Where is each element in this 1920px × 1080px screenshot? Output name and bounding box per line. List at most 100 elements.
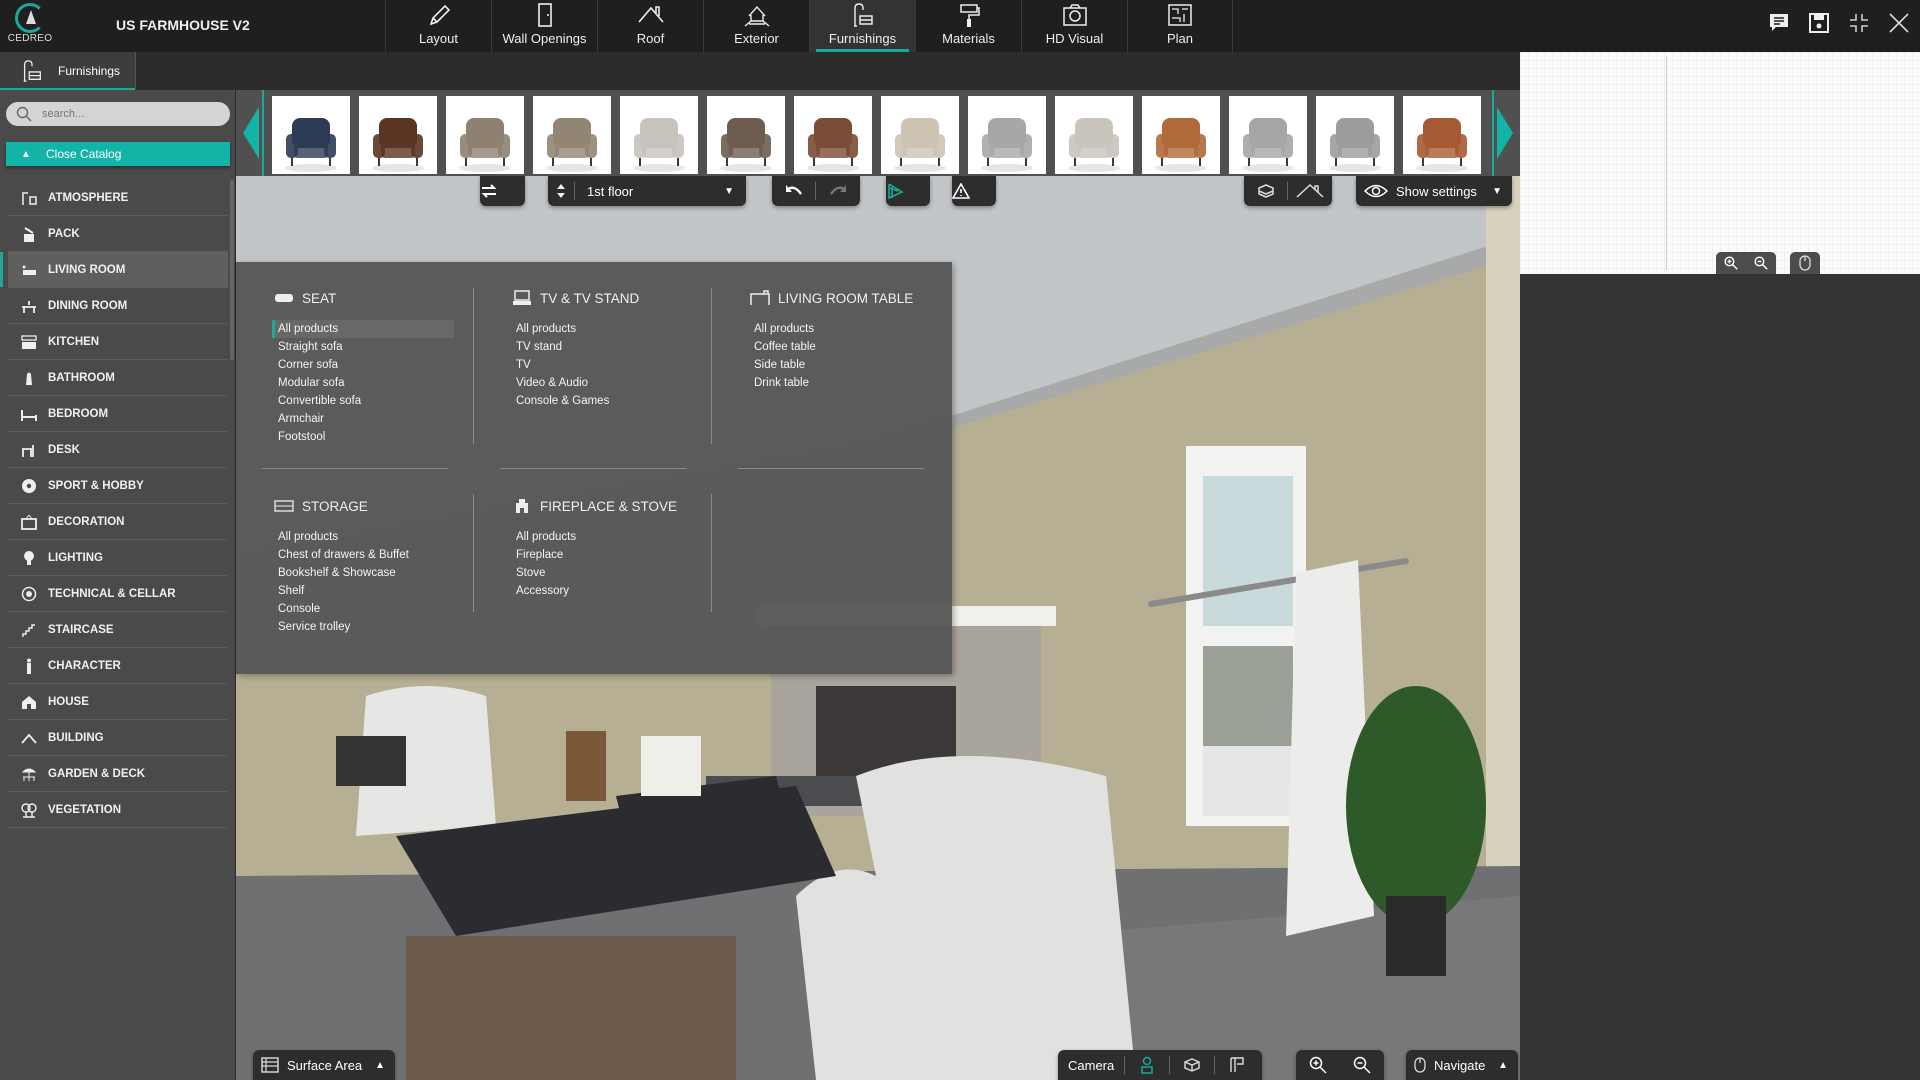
mode-tab-hd-visual[interactable]: HD Visual: [1021, 0, 1127, 52]
sidebar-item-vegetation[interactable]: VEGETATION: [8, 792, 228, 828]
close-icon[interactable]: [1888, 12, 1910, 34]
menu-item[interactable]: Console & Games: [512, 392, 692, 410]
menu-item[interactable]: All products: [274, 528, 454, 546]
menu-item[interactable]: Bookshelf & Showcase: [274, 564, 454, 582]
product-thumbnail[interactable]: [272, 96, 350, 174]
menu-item[interactable]: Coffee table: [750, 338, 930, 356]
plan-view-button[interactable]: [1215, 1050, 1259, 1080]
menu-item[interactable]: Footstool: [274, 428, 454, 446]
sidebar-item-technical-cellar[interactable]: TECHNICAL & CELLAR: [8, 576, 228, 612]
orbit-view-button[interactable]: [1170, 1050, 1214, 1080]
menu-item[interactable]: All products: [512, 320, 692, 338]
menu-item[interactable]: Straight sofa: [274, 338, 454, 356]
sidebar-item-pack[interactable]: PACK: [8, 216, 228, 252]
menu-item[interactable]: Chest of drawers & Buffet: [274, 546, 454, 564]
navigate-dropdown[interactable]: Navigate ▲: [1406, 1050, 1518, 1080]
menu-item[interactable]: Video & Audio: [512, 374, 692, 392]
sidebar-item-atmosphere[interactable]: ATMOSPHERE: [8, 180, 228, 216]
warnings-button[interactable]: [952, 176, 996, 206]
menu-item[interactable]: Corner sofa: [274, 356, 454, 374]
zoom-out-button[interactable]: [1340, 1050, 1384, 1080]
product-thumbnail[interactable]: [1403, 96, 1481, 174]
product-thumbnail[interactable]: [620, 96, 698, 174]
plan-navigate-button[interactable]: [1790, 252, 1820, 274]
mode-tab-wall-openings[interactable]: Wall Openings: [491, 0, 597, 52]
menu-item[interactable]: TV: [512, 356, 692, 374]
menu-item[interactable]: TV stand: [512, 338, 692, 356]
floor-up-down-icon[interactable]: [548, 176, 574, 206]
sidebar-item-bedroom[interactable]: BEDROOM: [8, 396, 228, 432]
surface-area-button[interactable]: Surface Area ▲: [253, 1050, 395, 1080]
menu-item[interactable]: Drink table: [750, 374, 930, 392]
sidebar-item-sport-hobby[interactable]: SPORT & HOBBY: [8, 468, 228, 504]
product-thumbnail[interactable]: [794, 96, 872, 174]
sidebar-item-decoration[interactable]: DECORATION: [8, 504, 228, 540]
save-icon[interactable]: [1808, 12, 1830, 34]
sidebar-item-garden-deck[interactable]: GARDEN & DECK: [8, 756, 228, 792]
3d-perspective-button[interactable]: [886, 176, 930, 206]
floor-select-value[interactable]: 1st floor: [587, 184, 724, 199]
menu-item[interactable]: All products: [512, 528, 692, 546]
plan-zoom-in-button[interactable]: [1716, 256, 1746, 270]
mode-tab-exterior[interactable]: Exterior: [703, 0, 809, 52]
menu-item[interactable]: Side table: [750, 356, 930, 374]
menu-item[interactable]: Service trolley: [274, 618, 454, 636]
walls-toggle-button[interactable]: [1244, 176, 1287, 206]
menu-item[interactable]: Shelf: [274, 582, 454, 600]
product-thumbnail[interactable]: [533, 96, 611, 174]
mode-tab-roof[interactable]: Roof: [597, 0, 703, 52]
product-thumbnail[interactable]: [1229, 96, 1307, 174]
sidebar-item-bathroom[interactable]: BATHROOM: [8, 360, 228, 396]
sidebar-item-house[interactable]: HOUSE: [8, 684, 228, 720]
search-field[interactable]: [6, 102, 230, 126]
roof-toggle-button[interactable]: [1288, 176, 1331, 206]
product-thumbnail[interactable]: [1142, 96, 1220, 174]
panel-tab-furnishings[interactable]: Furnishings: [0, 52, 136, 91]
menu-item[interactable]: Fireplace: [512, 546, 692, 564]
product-thumbnail[interactable]: [1316, 96, 1394, 174]
menu-item[interactable]: Convertible sofa: [274, 392, 454, 410]
product-thumbnail[interactable]: [707, 96, 785, 174]
sidebar-item-kitchen[interactable]: KITCHEN: [8, 324, 228, 360]
person-view-button[interactable]: [1125, 1050, 1169, 1080]
undo-button[interactable]: [772, 176, 815, 206]
search-input[interactable]: [42, 108, 202, 120]
sidebar-item-lighting[interactable]: LIGHTING: [8, 540, 228, 576]
sidebar-item-character[interactable]: CHARACTER: [8, 648, 228, 684]
product-thumbnail[interactable]: [881, 96, 959, 174]
product-thumbnail[interactable]: [968, 96, 1046, 174]
zoom-in-button[interactable]: [1296, 1050, 1340, 1080]
show-settings-dropdown[interactable]: Show settings ▼: [1356, 176, 1512, 206]
menu-item[interactable]: Console: [274, 600, 454, 618]
close-catalog-button[interactable]: ▲ Close Catalog: [6, 142, 230, 166]
sidebar-scrollbar[interactable]: [230, 180, 234, 360]
sidebar-item-dining-room[interactable]: DINING ROOM: [8, 288, 228, 324]
strip-prev-button[interactable]: [240, 90, 264, 176]
menu-item[interactable]: Stove: [512, 564, 692, 582]
mode-tab-plan[interactable]: Plan: [1127, 0, 1233, 52]
product-thumbnail[interactable]: [1055, 96, 1133, 174]
mode-tab-materials[interactable]: Materials: [915, 0, 1021, 52]
menu-item[interactable]: Accessory: [512, 582, 692, 600]
sidebar-item-living-room[interactable]: LIVING ROOM: [0, 252, 228, 288]
armchair-image: [894, 118, 946, 172]
product-thumbnail[interactable]: [359, 96, 437, 174]
sidebar-item-staircase[interactable]: STAIRCASE: [8, 612, 228, 648]
strip-next-button[interactable]: [1492, 90, 1516, 176]
swap-view-button[interactable]: [480, 176, 525, 206]
menu-item[interactable]: All products: [272, 320, 454, 338]
plan-zoom-out-button[interactable]: [1746, 256, 1776, 270]
menu-item[interactable]: Modular sofa: [274, 374, 454, 392]
menu-item[interactable]: All products: [750, 320, 930, 338]
exit-fullscreen-icon[interactable]: [1848, 12, 1870, 34]
comments-icon[interactable]: [1768, 12, 1790, 34]
plan-2d-view[interactable]: [1520, 52, 1920, 274]
sidebar-item-desk[interactable]: DESK: [8, 432, 228, 468]
sidebar-item-building[interactable]: BUILDING: [8, 720, 228, 756]
menu-item[interactable]: Armchair: [274, 410, 454, 428]
mode-tab-furnishings[interactable]: Furnishings: [809, 0, 915, 52]
product-thumbnail[interactable]: [446, 96, 524, 174]
mode-tab-layout[interactable]: Layout: [385, 0, 491, 52]
redo-button[interactable]: [816, 176, 859, 206]
floor-selector[interactable]: 1st floor ▼: [548, 176, 746, 206]
